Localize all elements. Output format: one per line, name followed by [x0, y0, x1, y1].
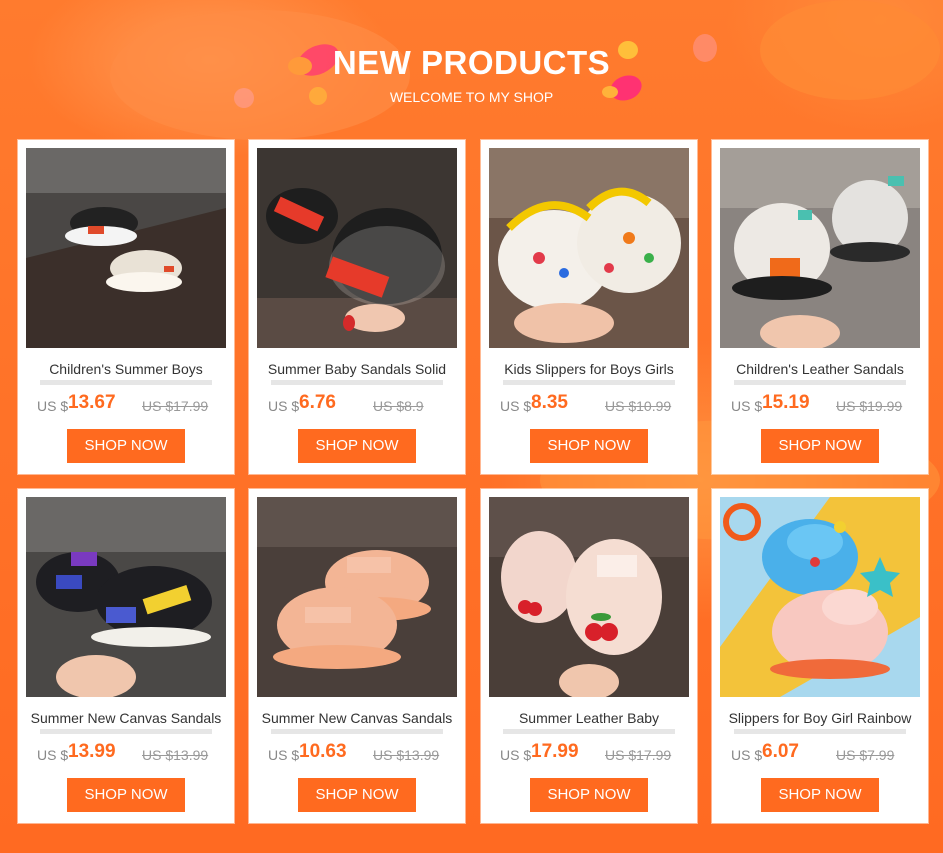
product-name[interactable]: Summer Baby Sandals Solid — [257, 361, 457, 379]
original-price: US $13.99 — [142, 747, 209, 763]
product-name-overflow — [503, 380, 675, 385]
price-row: US $ 15.19 US $19.99 — [731, 392, 916, 416]
price-row: US $ 6.07 US $7.99 — [731, 741, 916, 765]
original-price: US $17.99 — [605, 747, 672, 763]
currency-label: US $ — [731, 747, 763, 763]
product-name[interactable]: Summer New Canvas Sandals — [26, 710, 226, 728]
product-name-overflow — [734, 729, 906, 734]
original-price: US $10.99 — [605, 398, 672, 414]
price-row: US $ 6.76 US $8.9 — [268, 392, 453, 416]
product-name[interactable]: Slippers for Boy Girl Rainbow — [720, 710, 920, 728]
product-card[interactable]: Summer Baby Sandals Solid US $ 6.76 US $… — [249, 140, 465, 474]
product-image[interactable] — [257, 148, 457, 348]
currency-label: US $ — [268, 398, 300, 414]
product-name-overflow — [40, 380, 212, 385]
sale-price: 15.19 — [762, 392, 810, 413]
currency-label: US $ — [37, 747, 69, 763]
original-price: US $7.99 — [836, 747, 895, 763]
shop-now-button[interactable]: SHOP NOW — [530, 429, 648, 463]
page-subtitle: WELCOME TO MY SHOP — [389, 89, 554, 105]
product-card[interactable]: Children's Leather Sandals US $ 15.19 US… — [712, 140, 928, 474]
product-card[interactable]: Summer Leather Baby US $ 17.99 US $17.99… — [481, 489, 697, 823]
product-name-overflow — [503, 729, 675, 734]
sale-price: 6.07 — [762, 741, 799, 762]
shop-now-button[interactable]: SHOP NOW — [761, 778, 879, 812]
currency-label: US $ — [500, 398, 532, 414]
product-card[interactable]: Kids Slippers for Boys Girls US $ 8.35 U… — [481, 140, 697, 474]
product-image[interactable] — [26, 497, 226, 697]
shop-now-button[interactable]: SHOP NOW — [298, 778, 416, 812]
product-image[interactable] — [489, 497, 689, 697]
price-row: US $ 17.99 US $17.99 — [500, 741, 685, 765]
product-name[interactable]: Summer New Canvas Sandals — [257, 710, 457, 728]
shop-now-button[interactable]: SHOP NOW — [67, 429, 185, 463]
shop-now-button[interactable]: SHOP NOW — [761, 429, 879, 463]
currency-label: US $ — [268, 747, 300, 763]
currency-label: US $ — [731, 398, 763, 414]
product-name[interactable]: Kids Slippers for Boys Girls — [489, 361, 689, 379]
original-price: US $8.9 — [373, 398, 424, 414]
sale-price: 10.63 — [299, 741, 347, 762]
product-name-overflow — [271, 380, 443, 385]
product-name[interactable]: Summer Leather Baby — [489, 710, 689, 728]
sale-price: 13.67 — [68, 392, 116, 413]
original-price: US $13.99 — [373, 747, 440, 763]
shop-now-button[interactable]: SHOP NOW — [530, 778, 648, 812]
product-image[interactable] — [26, 148, 226, 348]
product-name[interactable]: Children's Summer Boys — [26, 361, 226, 379]
product-name[interactable]: Children's Leather Sandals — [720, 361, 920, 379]
header-banner: NEW PRODUCTS WELCOME TO MY SHOP — [0, 0, 943, 135]
product-image[interactable] — [720, 497, 920, 697]
product-card[interactable]: Summer New Canvas Sandals US $ 10.63 US … — [249, 489, 465, 823]
shop-now-button[interactable]: SHOP NOW — [67, 778, 185, 812]
product-card[interactable]: Slippers for Boy Girl Rainbow US $ 6.07 … — [712, 489, 928, 823]
price-row: US $ 8.35 US $10.99 — [500, 392, 685, 416]
original-price: US $17.99 — [142, 398, 209, 414]
price-row: US $ 10.63 US $13.99 — [268, 741, 453, 765]
page-title: NEW PRODUCTS — [332, 44, 611, 81]
product-card[interactable]: Summer New Canvas Sandals US $ 13.99 US … — [18, 489, 234, 823]
original-price: US $19.99 — [836, 398, 903, 414]
product-image[interactable] — [257, 497, 457, 697]
product-name-overflow — [271, 729, 443, 734]
currency-label: US $ — [37, 398, 69, 414]
price-row: US $ 13.99 US $13.99 — [37, 741, 222, 765]
sale-price: 8.35 — [531, 392, 568, 413]
sale-price: 17.99 — [531, 741, 579, 762]
sale-price: 13.99 — [68, 741, 116, 762]
product-card[interactable]: Children's Summer Boys US $ 13.67 US $17… — [18, 140, 234, 474]
product-image[interactable] — [489, 148, 689, 348]
product-name-overflow — [734, 380, 906, 385]
product-name-overflow — [40, 729, 212, 734]
price-row: US $ 13.67 US $17.99 — [37, 392, 222, 416]
currency-label: US $ — [500, 747, 532, 763]
product-image[interactable] — [720, 148, 920, 348]
shop-now-button[interactable]: SHOP NOW — [298, 429, 416, 463]
sale-price: 6.76 — [299, 392, 336, 413]
